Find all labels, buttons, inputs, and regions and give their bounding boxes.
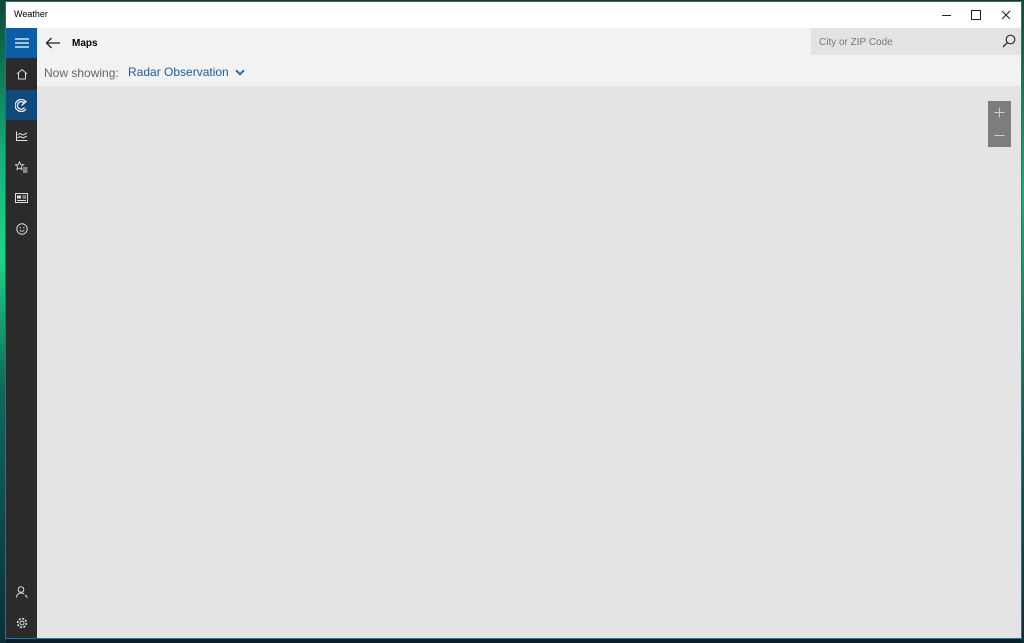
news-icon [15, 193, 28, 203]
minimize-button[interactable] [931, 2, 961, 28]
nav-item-historical-weather[interactable] [6, 121, 37, 151]
page-title: Maps [72, 38, 98, 49]
map-canvas[interactable] [37, 86, 1021, 638]
zoom-control [988, 101, 1011, 147]
back-arrow-icon [45, 37, 60, 49]
close-icon [1001, 10, 1011, 20]
nav-sidebar [6, 28, 37, 638]
places-star-icon [15, 161, 28, 173]
nav-item-settings[interactable] [6, 608, 37, 638]
settings-gear-icon [16, 617, 27, 629]
search-box[interactable]: City or ZIP Code [811, 28, 1021, 55]
search-icon [1002, 34, 1016, 48]
historical-chart-icon [15, 131, 27, 141]
back-button[interactable] [43, 34, 63, 52]
maximize-button[interactable] [961, 2, 991, 28]
minimize-icon [941, 14, 951, 16]
hamburger-icon [14, 38, 29, 48]
zoom-out-button[interactable] [988, 124, 1011, 147]
search-input[interactable]: City or ZIP Code [819, 37, 893, 48]
home-icon [16, 68, 27, 80]
radar-icon [15, 98, 27, 112]
nav-item-life[interactable] [6, 214, 37, 244]
smiley-icon [15, 223, 28, 235]
title-bar: Weather [6, 2, 1021, 28]
maximize-icon [971, 10, 981, 20]
chevron-down-icon [235, 69, 245, 75]
weather-app-window: Weather Maps City or ZIP Code Now showin… [6, 2, 1021, 638]
map-layer-dropdown[interactable]: Radar Observation [128, 65, 245, 79]
nav-item-maps[interactable] [6, 90, 37, 120]
account-icon [15, 586, 28, 598]
close-button[interactable] [991, 2, 1021, 28]
zoom-in-button[interactable] [988, 101, 1011, 124]
page-header: Maps City or ZIP Code Now showing: Radar… [37, 28, 1021, 86]
minus-icon [994, 135, 1005, 136]
map-layer-value: Radar Observation [128, 65, 229, 79]
now-showing-label: Now showing: [44, 66, 119, 80]
nav-item-news[interactable] [6, 183, 37, 213]
nav-item-account[interactable] [6, 577, 37, 607]
nav-item-favorite-places[interactable] [6, 152, 37, 182]
hamburger-menu-button[interactable] [6, 28, 37, 58]
app-title: Weather [14, 9, 48, 19]
search-button[interactable] [1001, 33, 1017, 49]
nav-item-forecast[interactable] [6, 59, 37, 89]
plus-icon [994, 107, 1005, 118]
